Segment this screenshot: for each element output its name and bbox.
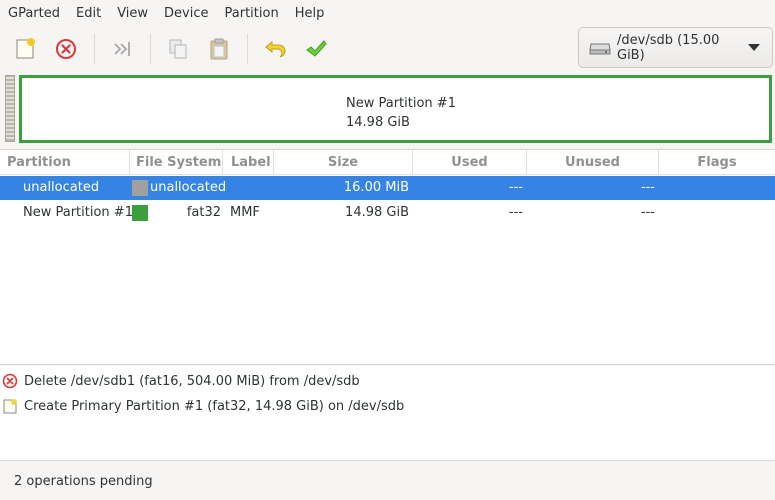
paste-icon [210, 38, 228, 60]
cell-partition: New Partition #1 [23, 205, 133, 220]
column-filesystem[interactable]: File System [130, 150, 223, 175]
menu-gparted[interactable]: GParted [0, 0, 68, 27]
filesystem-swatch [132, 205, 148, 221]
toolbar-separator [247, 34, 248, 64]
copy-icon [169, 39, 187, 59]
cell-filesystem: unallocated [150, 180, 227, 195]
new-partition-button[interactable] [8, 32, 42, 66]
undo-icon [265, 40, 286, 58]
resize-move-icon [114, 42, 130, 56]
device-selector[interactable]: /dev/sdb (15.00 GiB) [578, 27, 773, 68]
cell-size: 14.98 GiB [345, 205, 409, 220]
cell-used: --- [508, 205, 523, 220]
paste-button[interactable] [202, 32, 236, 66]
cell-size: 16.00 MiB [343, 180, 409, 195]
unallocated-segment[interactable] [5, 75, 15, 142]
copy-button[interactable] [161, 32, 195, 66]
column-flags[interactable]: Flags [659, 150, 775, 175]
device-label: /dev/sdb (15.00 GiB) [617, 32, 720, 63]
column-used[interactable]: Used [413, 150, 527, 175]
menu-edit[interactable]: Edit [68, 0, 109, 27]
status-text: 2 operations pending [14, 474, 153, 489]
delete-icon [2, 373, 18, 389]
menu-view[interactable]: View [109, 0, 156, 27]
apply-checkmark-icon [306, 40, 327, 57]
menu-device[interactable]: Device [156, 0, 216, 27]
column-unused[interactable]: Unused [527, 150, 659, 175]
column-label[interactable]: Label [223, 150, 274, 175]
apply-button[interactable] [299, 32, 333, 66]
cell-used: --- [508, 180, 523, 195]
new-document-icon [3, 399, 17, 414]
column-partition[interactable]: Partition [0, 150, 130, 175]
new-document-icon [16, 38, 35, 59]
cell-partition: unallocated [23, 180, 100, 195]
pending-operations-list: Delete /dev/sdb1 (fat16, 504.00 MiB) fro… [0, 366, 775, 461]
column-size[interactable]: Size [274, 150, 413, 175]
cell-filesystem: fat32 [186, 205, 221, 220]
harddisk-icon [589, 43, 611, 54]
partition-segment-name: New Partition #1 [346, 96, 456, 111]
cell-label: MMF [230, 205, 260, 220]
undo-button[interactable] [258, 32, 292, 66]
operation-text: Delete /dev/sdb1 (fat16, 504.00 MiB) fro… [24, 373, 360, 389]
filesystem-swatch [132, 180, 148, 196]
delete-partition-button[interactable] [49, 32, 83, 66]
disk-visualization: New Partition #1 14.98 GiB [5, 73, 772, 144]
chevron-down-icon [748, 44, 760, 51]
menu-partition[interactable]: Partition [217, 0, 287, 27]
list-item[interactable]: Delete /dev/sdb1 (fat16, 504.00 MiB) fro… [2, 370, 360, 392]
table-header: Partition File System Label Size Used Un… [0, 150, 775, 175]
partition-table: Partition File System Label Size Used Un… [0, 149, 775, 365]
toolbar-separator [94, 34, 95, 64]
table-row[interactable]: unallocated unallocated 16.00 MiB --- --… [0, 176, 775, 200]
delete-icon [56, 39, 76, 59]
menubar: GParted Edit View Device Partition Help [0, 0, 775, 27]
menu-help[interactable]: Help [287, 0, 333, 27]
partition-segment[interactable]: New Partition #1 14.98 GiB [19, 75, 772, 143]
cell-unused: --- [640, 180, 655, 195]
list-item[interactable]: Create Primary Partition #1 (fat32, 14.9… [2, 395, 404, 417]
toolbar-separator [150, 34, 151, 64]
table-row[interactable]: New Partition #1 fat32 MMF 14.98 GiB ---… [0, 201, 775, 225]
cell-unused: --- [640, 205, 655, 220]
partition-segment-size: 14.98 GiB [346, 115, 410, 130]
operation-text: Create Primary Partition #1 (fat32, 14.9… [24, 398, 405, 414]
resize-move-button[interactable] [105, 32, 139, 66]
